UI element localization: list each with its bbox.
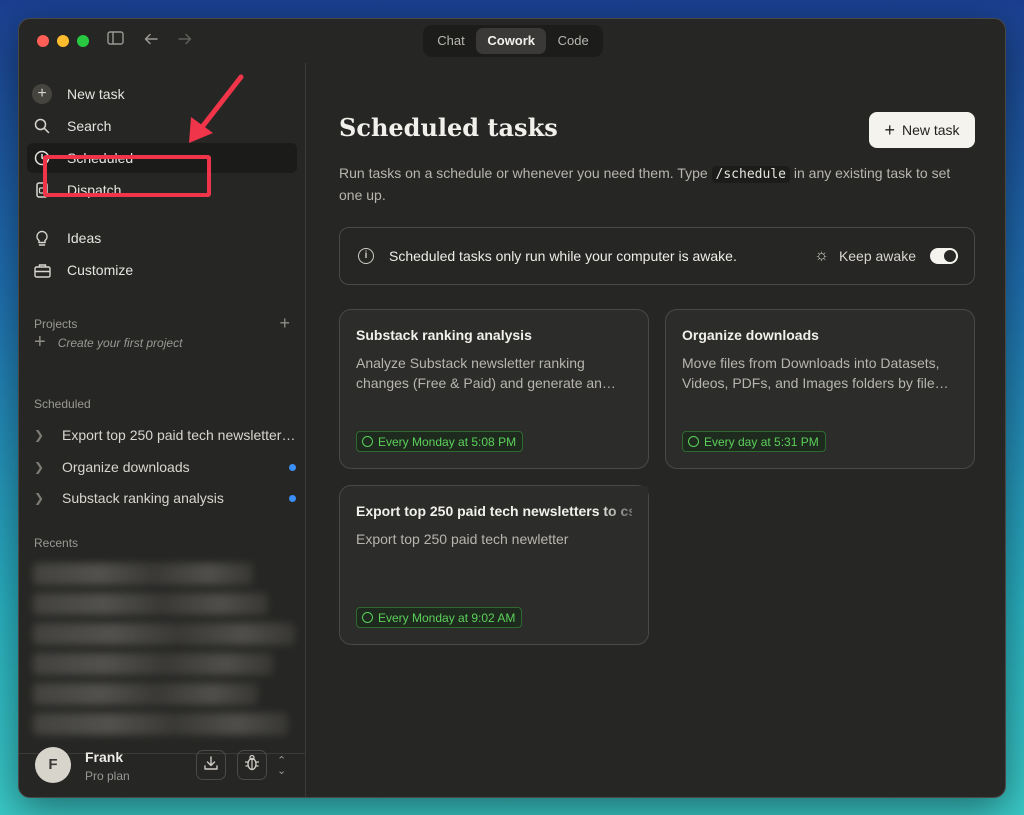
clock-icon <box>362 612 373 623</box>
close-window-button[interactable] <box>37 35 49 47</box>
info-icon: i <box>358 248 374 264</box>
plus-icon: + <box>34 331 46 353</box>
schedule-badge: Every Monday at 5:08 PM <box>356 431 524 452</box>
task-description: Move files from Downloads into Datasets,… <box>682 355 949 391</box>
new-task-label: New task <box>901 122 960 138</box>
minimize-window-button[interactable] <box>57 35 69 47</box>
lightbulb-icon <box>32 228 52 248</box>
plus-circle-icon: + <box>32 84 52 104</box>
task-description: Export top 250 paid tech newletter <box>356 531 569 547</box>
schedule-label: Every Monday at 9:02 AM <box>378 610 516 625</box>
sidebar-item-ideas[interactable]: Ideas <box>27 223 297 253</box>
user-plan: Pro plan <box>85 769 130 783</box>
chevron-right-icon: ❯ <box>34 460 45 474</box>
tab-code[interactable]: Code <box>546 28 600 54</box>
forward-arrow-icon[interactable] <box>177 31 193 53</box>
schedule-label: Every Monday at 5:08 PM <box>378 434 517 449</box>
tab-cowork[interactable]: Cowork <box>476 28 547 54</box>
scheduled-list-item[interactable]: ❯ Export top 250 paid tech newsletters t… <box>34 421 296 449</box>
avatar[interactable]: F <box>35 747 71 783</box>
scheduled-item-label: Substack ranking analysis <box>62 490 224 506</box>
schedule-badge: Every Monday at 9:02 AM <box>356 607 523 628</box>
task-title: Organize downloads <box>682 327 819 343</box>
notice-message: Scheduled tasks only run while your comp… <box>389 248 737 264</box>
schedule-label: Every day at 5:31 PM <box>704 434 819 449</box>
bug-report-button[interactable] <box>237 750 267 780</box>
zoom-window-button[interactable] <box>77 35 89 47</box>
scheduled-item-label: Export top 250 paid tech newsletters to … <box>62 427 296 443</box>
sidebar-item-label: Search <box>67 118 112 134</box>
page-title: Scheduled tasks <box>339 113 558 142</box>
unread-dot <box>289 494 296 502</box>
unread-dot <box>289 463 296 471</box>
recents-section-label: Recents <box>34 536 79 550</box>
page-subtitle: Run tasks on a schedule or whenever you … <box>339 165 951 203</box>
sidebar-item-customize[interactable]: Customize <box>27 255 297 285</box>
schedule-badge: Every day at 5:31 PM <box>682 431 826 452</box>
keep-awake-label: Keep awake <box>838 248 916 264</box>
new-task-button[interactable]: + New task <box>869 112 975 148</box>
titlebar: Chat Cowork Code <box>19 19 1005 63</box>
search-icon <box>32 116 52 136</box>
chevron-right-icon: ❯ <box>34 428 45 442</box>
task-card[interactable]: Organize downloads Move files from Downl… <box>665 309 975 469</box>
task-description: Analyze Substack newsletter ranking chan… <box>356 355 616 391</box>
scheduled-list-item[interactable]: ❯ Substack ranking analysis <box>34 484 296 512</box>
main-content: Scheduled tasks + New task Run tasks on … <box>307 63 1005 797</box>
user-name[interactable]: Frank <box>85 749 123 765</box>
clock-icon <box>688 436 699 447</box>
download-icon <box>203 755 219 776</box>
keep-awake-toggle[interactable] <box>930 248 958 264</box>
create-project-label: Create your first project <box>57 335 183 350</box>
schedule-command: /schedule <box>711 166 790 183</box>
download-button[interactable] <box>196 750 226 780</box>
sidebar-toggle-icon[interactable] <box>107 31 124 51</box>
task-card[interactable]: Export top 250 paid tech newsletters to … <box>339 485 649 645</box>
annotation-arrow-icon <box>189 74 244 143</box>
sidebar-item-label: New task <box>67 86 125 102</box>
awake-notice: i Scheduled tasks only run while your co… <box>339 227 975 285</box>
task-title: Substack ranking analysis <box>356 327 532 343</box>
bug-icon <box>244 754 260 777</box>
chevron-right-icon: ❯ <box>34 491 45 505</box>
annotation-highlight-box <box>43 155 211 197</box>
back-arrow-icon[interactable] <box>143 31 159 53</box>
create-project-link[interactable]: + Create your first project <box>34 331 182 354</box>
scheduled-list-item[interactable]: ❯ Organize downloads <box>34 453 296 481</box>
projects-section-label: Projects <box>34 317 78 331</box>
briefcase-icon <box>32 260 52 280</box>
account-menu-chevron-icon[interactable]: ⌃ ⌄ <box>277 756 286 777</box>
recents-list-blurred <box>33 563 301 753</box>
task-title: Export top 250 paid tech newsletters to … <box>356 503 632 519</box>
tab-chat[interactable]: Chat <box>426 28 476 54</box>
sidebar-item-label: Customize <box>67 262 134 278</box>
scheduled-section-label: Scheduled <box>34 397 91 411</box>
sidebar-item-search[interactable]: Search <box>27 111 297 141</box>
task-card[interactable]: Substack ranking analysis Analyze Substa… <box>339 309 649 469</box>
plus-icon: + <box>884 120 895 140</box>
sun-icon: ☼ <box>814 247 829 264</box>
scheduled-item-label: Organize downloads <box>62 459 190 475</box>
mode-switcher: Chat Cowork Code <box>423 25 603 57</box>
sidebar-item-label: Ideas <box>67 230 102 246</box>
add-project-icon[interactable]: + <box>279 314 290 332</box>
app-window: Chat Cowork Code + New task Search Sched… <box>18 18 1006 798</box>
sidebar-item-new-task[interactable]: + New task <box>27 79 297 109</box>
clock-icon <box>362 436 373 447</box>
